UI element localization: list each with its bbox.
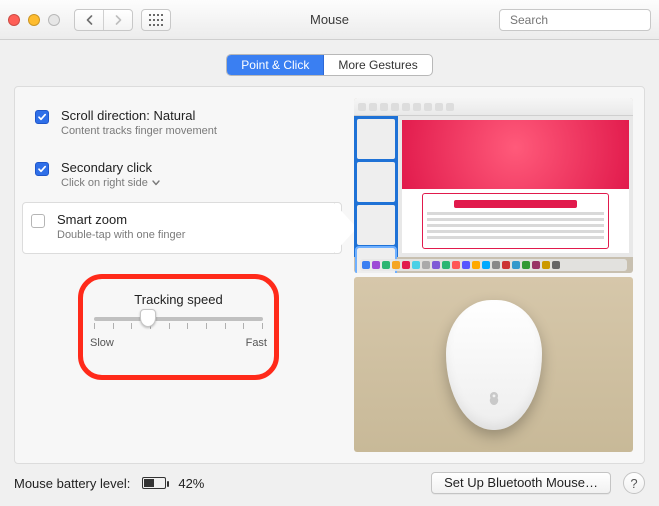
slider-label-slow: Slow (90, 337, 114, 349)
magic-mouse-illustration (446, 300, 542, 430)
minimize-window-icon[interactable] (28, 14, 40, 26)
window-controls (8, 14, 60, 26)
option-smart-zoom[interactable]: Smart zoom Double-tap with one finger (22, 202, 342, 254)
chevron-down-icon (152, 180, 160, 186)
zoom-window-icon (48, 14, 60, 26)
option-title: Smart zoom (57, 212, 331, 227)
checkbox-scroll-direction[interactable] (35, 110, 49, 124)
checkbox-secondary-click[interactable] (35, 162, 49, 176)
tracking-speed-label: Tracking speed (86, 282, 271, 313)
option-subtitle-text: Click on right side (61, 177, 148, 189)
option-subtitle: Content tracks finger movement (61, 125, 331, 137)
close-window-icon[interactable] (8, 14, 20, 26)
forward-button[interactable] (104, 10, 132, 30)
setup-bluetooth-button[interactable]: Set Up Bluetooth Mouse… (431, 472, 611, 494)
tab-bar: Point & Click More Gestures (0, 54, 659, 76)
battery-percent: 42% (178, 476, 204, 491)
tracking-speed-slider[interactable] (94, 317, 263, 321)
show-all-button[interactable] (141, 9, 171, 31)
preview-column (354, 98, 633, 452)
option-title: Secondary click (61, 160, 331, 175)
checkbox-smart-zoom[interactable] (31, 214, 45, 228)
bottom-bar: Mouse battery level: 42% Set Up Bluetoot… (14, 472, 645, 494)
preview-video (354, 98, 633, 273)
option-scroll-direction[interactable]: Scroll direction: Natural Content tracks… (26, 98, 342, 150)
slider-labels: Slow Fast (90, 337, 267, 349)
battery-label: Mouse battery level: (14, 476, 130, 491)
search-input[interactable] (510, 13, 659, 27)
option-subtitle: Double-tap with one finger (57, 229, 331, 241)
help-button[interactable]: ? (623, 472, 645, 494)
option-title: Scroll direction: Natural (61, 108, 331, 123)
slider-ticks (94, 323, 263, 329)
options-column: Scroll direction: Natural Content tracks… (26, 98, 342, 452)
titlebar: Mouse (0, 0, 659, 40)
preview-mouse-photo (354, 277, 633, 452)
grid-icon (142, 10, 170, 30)
segmented-control: Point & Click More Gestures (226, 54, 432, 76)
main-panel: Scroll direction: Natural Content tracks… (14, 86, 645, 464)
slider-label-fast: Fast (246, 337, 267, 349)
option-secondary-click[interactable]: Secondary click Click on right side (26, 150, 342, 202)
option-subtitle-menu[interactable]: Click on right side (61, 177, 331, 189)
tab-more-gestures[interactable]: More Gestures (324, 55, 431, 75)
battery-icon (142, 477, 166, 489)
slider-knob[interactable] (140, 309, 156, 327)
search-field[interactable] (499, 9, 651, 31)
back-button[interactable] (75, 10, 104, 30)
nav-back-forward (74, 9, 133, 31)
tab-point-and-click[interactable]: Point & Click (227, 55, 324, 75)
tracking-speed-group: Tracking speed Slow Fast (86, 282, 271, 372)
